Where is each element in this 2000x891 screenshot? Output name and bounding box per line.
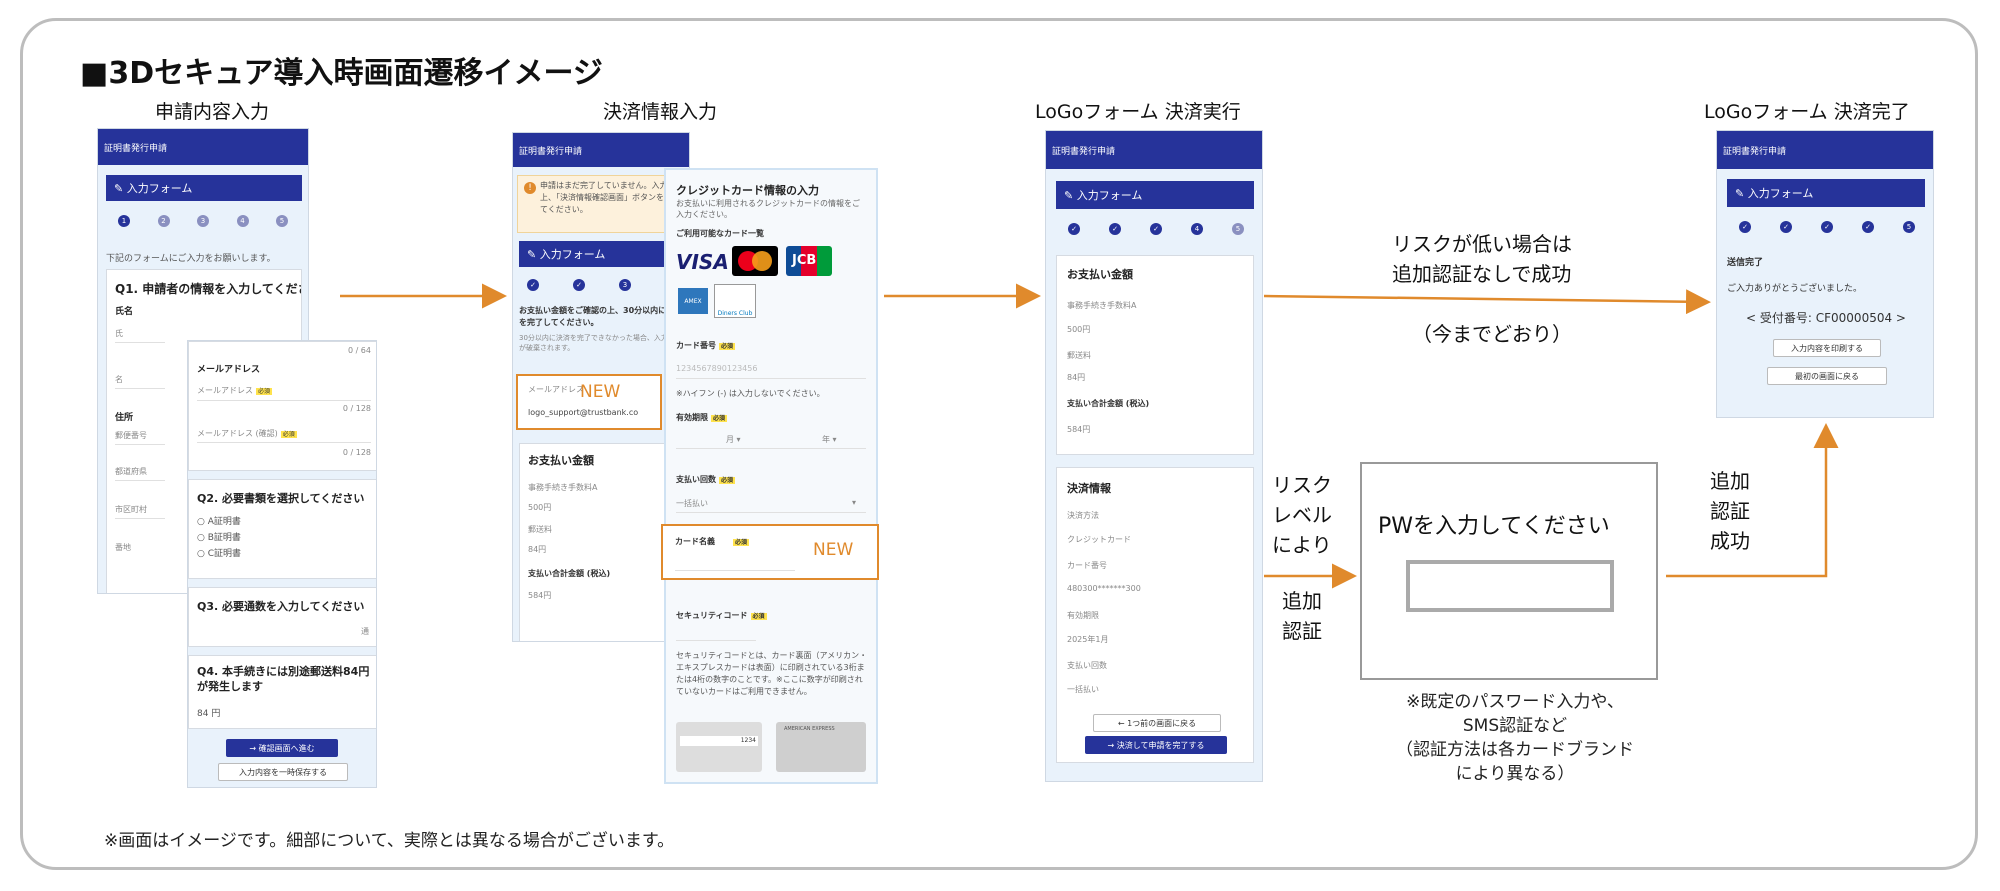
risk-level-label: リスク レベル により <box>1272 473 1332 557</box>
arrow-low-risk-success <box>1263 289 1711 315</box>
flow-arrows <box>340 283 1839 589</box>
password-prompt-box: PWを入力してください <box>1360 462 1658 680</box>
password-input[interactable] <box>1406 560 1614 612</box>
low-risk-label-1: リスクが低い場合は <box>1392 232 1572 256</box>
low-risk-label-2: 追加認証なしで成功 <box>1392 262 1572 286</box>
auth-success-label: 追加 認証 成功 <box>1710 469 1750 553</box>
as-before-label: （今までどおり） <box>1412 322 1572 346</box>
password-prompt-text: PWを入力してください <box>1378 514 1610 539</box>
auth-method-note: ※既定のパスワード入力や、 SMS認証など （認証方法は各カードブランド により… <box>1396 692 1634 784</box>
footnote: ※画面はイメージです。細部について、実際とは異なる場合がございます。 <box>104 831 675 851</box>
additional-auth-label: 追加 認証 <box>1282 589 1322 643</box>
